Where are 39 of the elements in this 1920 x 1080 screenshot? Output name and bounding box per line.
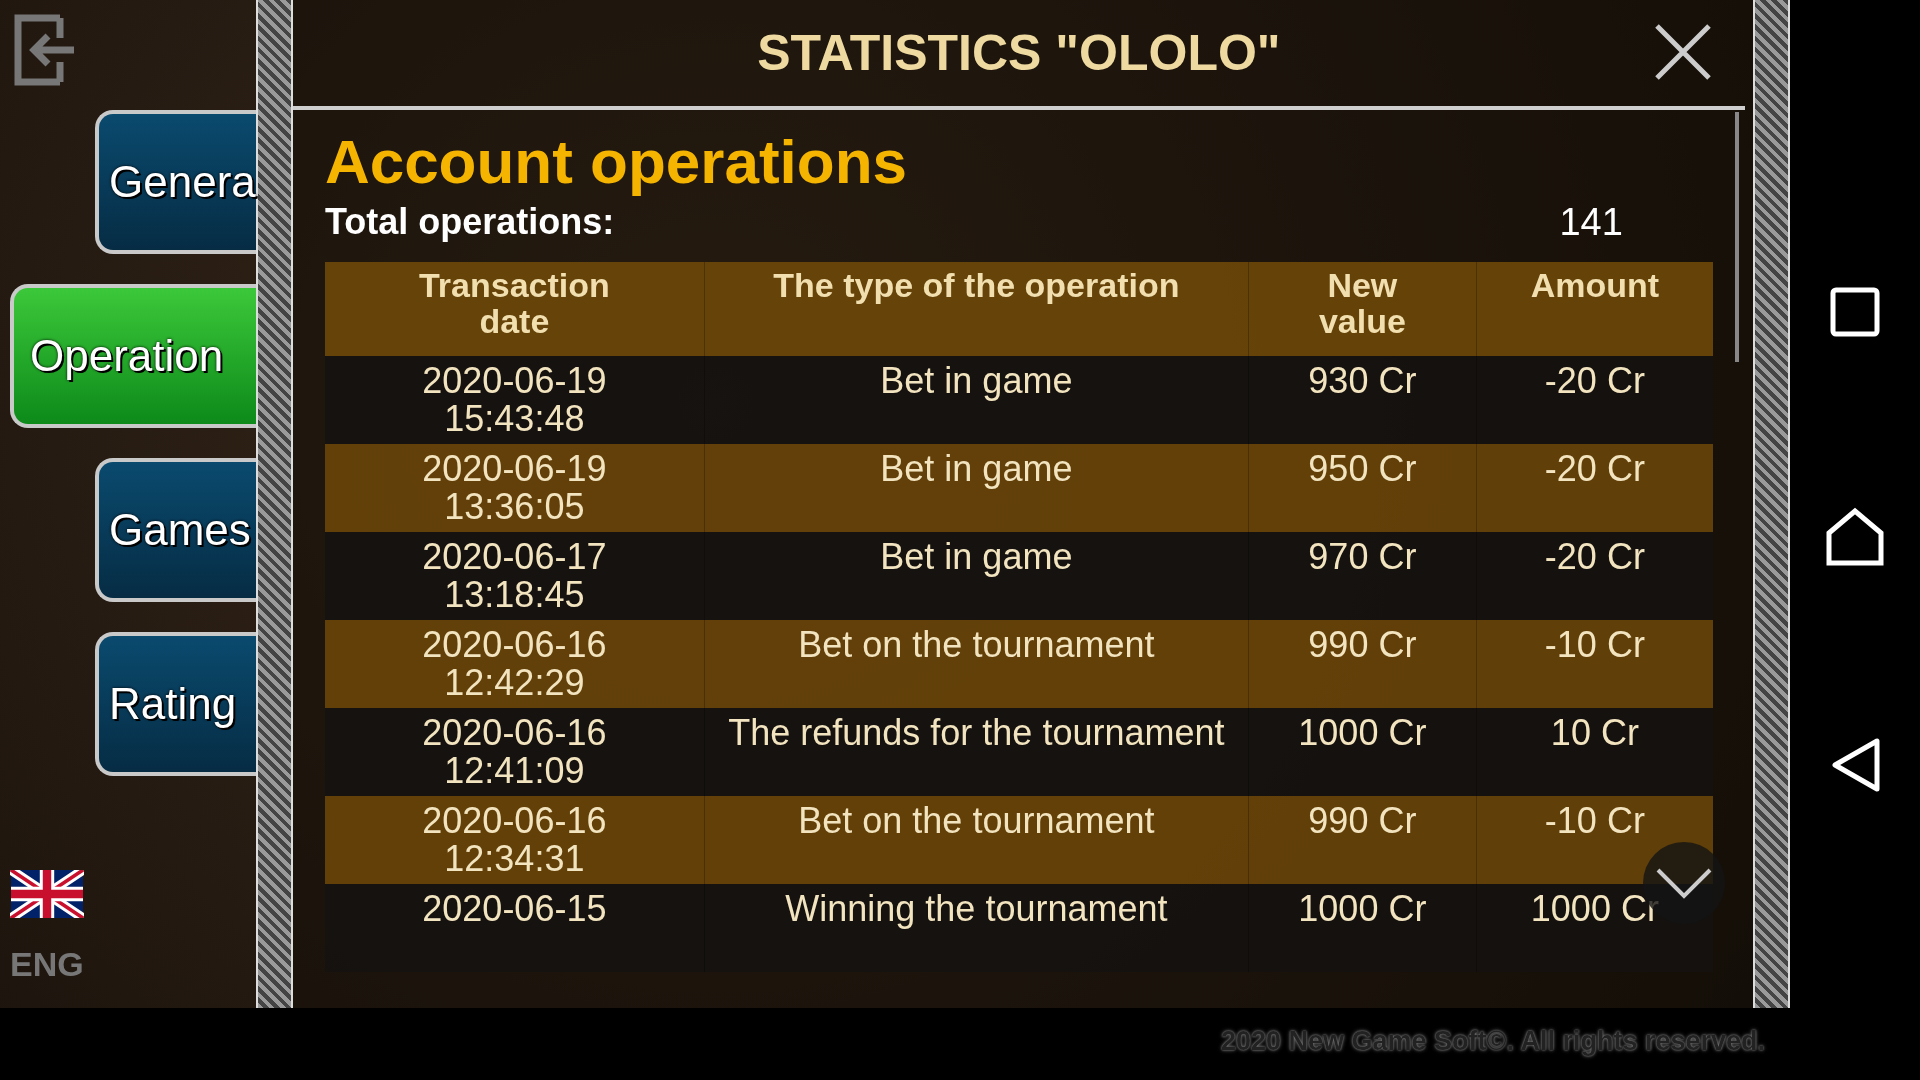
table-cell: Bet in game bbox=[704, 444, 1249, 532]
table-cell: 2020-06-16 12:41:09 bbox=[324, 708, 705, 796]
table-cell: Winning the tournament bbox=[704, 884, 1249, 972]
table-cell: 2020-06-16 12:34:31 bbox=[324, 796, 705, 884]
table-cell: 990 Cr bbox=[1248, 620, 1477, 708]
table-cell: 2020-06-17 13:18:45 bbox=[324, 532, 705, 620]
table-cell: 1000 Cr bbox=[1248, 708, 1477, 796]
table-cell: -20 Cr bbox=[1476, 356, 1713, 444]
section-heading: Account operations bbox=[324, 126, 909, 197]
table-cell: Bet on the tournament bbox=[704, 796, 1249, 884]
column-header: Transaction date bbox=[324, 262, 705, 356]
table-cell: Bet in game bbox=[704, 356, 1249, 444]
table-cell: -20 Cr bbox=[1476, 532, 1713, 620]
table-cell: -20 Cr bbox=[1476, 444, 1713, 532]
table-cell: 1000 Cr bbox=[1248, 884, 1477, 972]
table-cell: -10 Cr bbox=[1476, 620, 1713, 708]
language-label: ENG bbox=[10, 945, 84, 984]
table-cell: 2020-06-19 13:36:05 bbox=[324, 444, 705, 532]
table-cell: 950 Cr bbox=[1248, 444, 1477, 532]
table-cell: Bet on the tournament bbox=[704, 620, 1249, 708]
nav-tab[interactable]: Genera bbox=[95, 110, 256, 254]
table-cell: 2020-06-16 12:42:29 bbox=[324, 620, 705, 708]
column-header: Amount bbox=[1476, 262, 1713, 356]
total-value: 141 bbox=[1559, 201, 1623, 244]
table-cell: Bet in game bbox=[704, 532, 1249, 620]
table-cell: The refunds for the tournament bbox=[704, 708, 1249, 796]
table-cell: 10 Cr bbox=[1476, 708, 1713, 796]
table-cell: 970 Cr bbox=[1248, 532, 1477, 620]
copyright-text: 2020 New Game Soft©. All rights reserved. bbox=[1219, 1025, 1766, 1058]
table-cell: 930 Cr bbox=[1248, 356, 1477, 444]
total-label: Total operations: bbox=[324, 201, 615, 244]
window-title: STATISTICS "OLOLO" bbox=[757, 24, 1281, 82]
column-header: New value bbox=[1248, 262, 1477, 356]
table-cell: 990 Cr bbox=[1248, 796, 1477, 884]
nav-tab[interactable]: Rating bbox=[95, 632, 256, 776]
table-cell: 2020-06-15 bbox=[324, 884, 705, 972]
nav-tab[interactable]: Games bbox=[95, 458, 256, 602]
table-cell: 2020-06-19 15:43:48 bbox=[324, 356, 705, 444]
column-header: The type of the operation bbox=[704, 262, 1249, 356]
